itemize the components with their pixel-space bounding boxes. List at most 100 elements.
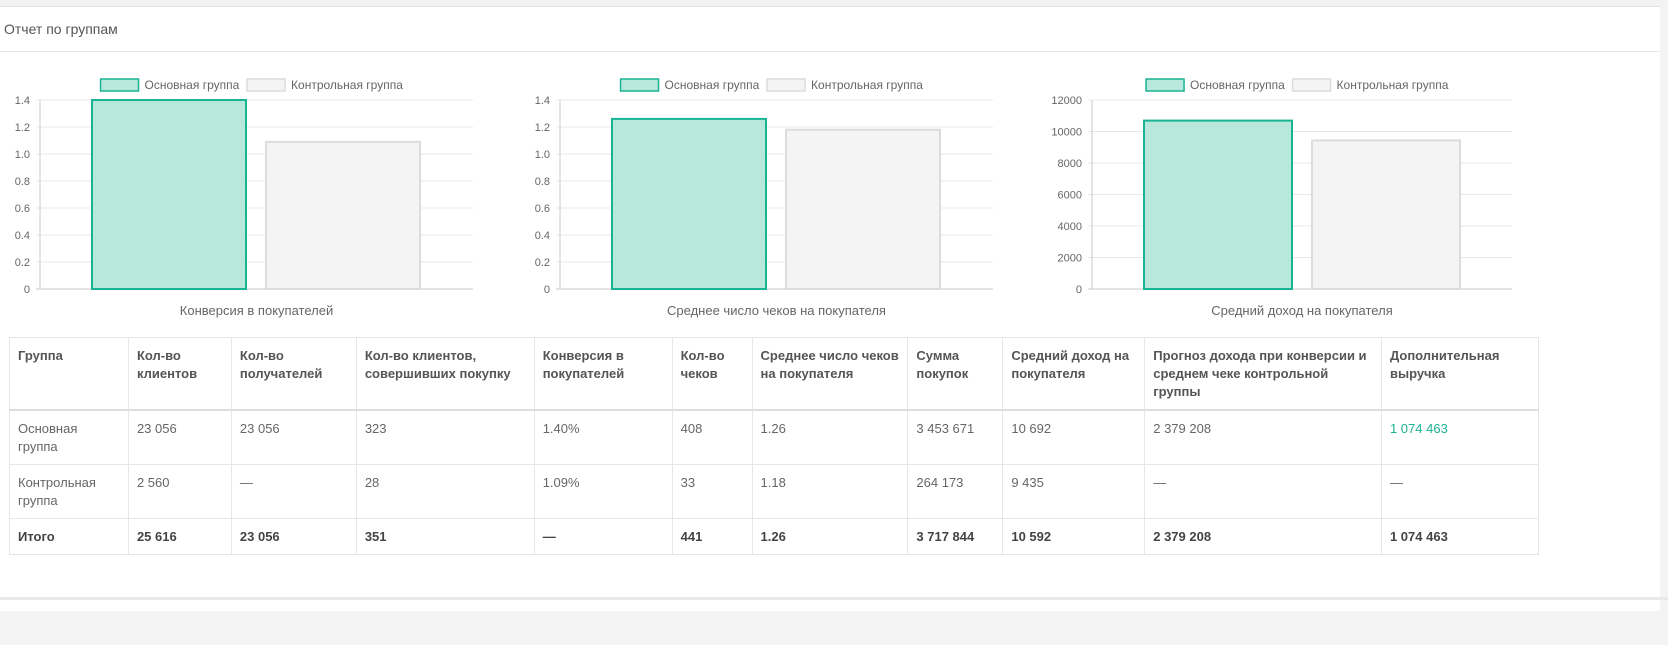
y-tick-label: 1.2 xyxy=(15,122,30,134)
legend-label[interactable]: Основная группа xyxy=(665,78,760,92)
bar[interactable] xyxy=(611,117,767,291)
table-cell: 23 056 xyxy=(127,409,232,465)
header-cell: Конверсия в покупателей xyxy=(533,337,673,411)
y-tick-label: 0 xyxy=(24,284,30,296)
legend-swatch[interactable] xyxy=(619,78,660,92)
table-cell: 1.26 xyxy=(751,409,909,465)
y-tick-label: 0.4 xyxy=(15,230,30,242)
legend-label[interactable]: Основная группа xyxy=(1190,78,1285,92)
report-table-wrap: Группа Кол-во клиентов Кол-во получателе… xyxy=(9,337,1540,555)
table-total-row: Итого 25 616 23 056 351 — 441 1.26 3 717… xyxy=(9,518,1540,555)
header-cell: Кол-во клиентов xyxy=(127,337,232,411)
table-cell: — xyxy=(533,518,673,555)
header-cell: Прогноз дохода при конверсии и среднем ч… xyxy=(1144,337,1382,411)
bar[interactable] xyxy=(91,99,247,290)
y-tick-label: 1.4 xyxy=(535,95,550,107)
chart-conversion: Основная группа Контрольная группа 0 0.2 0.4… xyxy=(0,57,520,337)
table-cell: 351 xyxy=(355,518,535,555)
header-cell: Кол-во клиентов, совершивших покупку xyxy=(355,337,535,411)
y-tick-label: 0.6 xyxy=(535,203,550,215)
header-cell: Дополнительная выручка xyxy=(1380,337,1540,411)
legend-label[interactable]: Контрольная группа xyxy=(1337,78,1449,92)
x-axis-label: Средний доход на покупателя xyxy=(1211,303,1392,318)
y-tick-label: 1.2 xyxy=(535,122,550,134)
y-tick-label: 0.8 xyxy=(535,176,550,188)
y-tick-label: 6000 xyxy=(1058,190,1082,202)
table-cell: 33 xyxy=(671,464,753,519)
table-cell: 2 379 208 xyxy=(1144,518,1382,555)
table-cell: 2 379 208 xyxy=(1144,409,1382,465)
table-row: Контрольная группа 2 560 — 28 1.09% 33 1… xyxy=(9,464,1540,519)
y-tick-label: 1.0 xyxy=(15,149,30,161)
x-axis-label: Конверсия в покупателей xyxy=(180,303,333,318)
legend-swatch[interactable] xyxy=(99,78,140,92)
table-cell: 28 xyxy=(355,464,535,519)
header-cell: Группа xyxy=(9,337,129,411)
panel-title: Отчет по группам xyxy=(0,7,1660,52)
x-axis-label: Среднее число чеков на покупателя xyxy=(667,303,886,318)
table-cell: 441 xyxy=(671,518,753,555)
table-cell: 1.26 xyxy=(751,518,909,555)
y-tick-label: 0.8 xyxy=(15,176,30,188)
header-cell: Кол-во получателей xyxy=(230,337,357,411)
table-cell: 10 592 xyxy=(1002,518,1146,555)
y-tick-label: 0.4 xyxy=(535,230,550,242)
table-cell: 1.40% xyxy=(533,409,673,465)
bar[interactable] xyxy=(265,140,421,290)
table-cell: Основная группа xyxy=(9,409,129,465)
table-cell: — xyxy=(1144,464,1382,519)
y-tick-label: 4000 xyxy=(1058,221,1082,233)
bar[interactable] xyxy=(1143,119,1293,291)
chart-svg: Основная группа Контрольная группа 0 0.2 0.4… xyxy=(15,78,473,318)
y-tick-label: 0.2 xyxy=(15,257,30,269)
y-tick-label: 10000 xyxy=(1051,127,1082,139)
charts-row: Основная группа Контрольная группа 0 0.2 0.4… xyxy=(0,57,1660,337)
chart-avg-income: Основная группа Контрольная группа 0 2000 40… xyxy=(1040,57,1560,337)
chart-avg-checks: Основная группа Контрольная группа 0 0.2 0.4… xyxy=(520,57,1040,337)
bar[interactable] xyxy=(785,128,941,290)
table-cell: 23 056 xyxy=(230,518,357,555)
extra-revenue-total-cell: 1 074 463 xyxy=(1380,518,1540,555)
legend-swatch[interactable] xyxy=(246,78,286,92)
table-cell: 10 692 xyxy=(1002,409,1146,465)
y-tick-label: 0.2 xyxy=(535,257,550,269)
header-cell: Средний доход на покупателя xyxy=(1002,337,1146,411)
legend-label[interactable]: Контрольная группа xyxy=(811,78,923,92)
legend-swatch[interactable] xyxy=(1145,78,1185,92)
y-tick-label: 1.0 xyxy=(535,149,550,161)
table-cell: 25 616 xyxy=(127,518,232,555)
legend-label[interactable]: Основная группа xyxy=(145,78,240,92)
table-header-row: Группа Кол-во клиентов Кол-во получателе… xyxy=(9,337,1540,411)
table-cell: 264 173 xyxy=(907,464,1004,519)
header-cell: Сумма покупок xyxy=(907,337,1004,411)
header-cell: Кол-во чеков xyxy=(671,337,753,411)
y-tick-label: 8000 xyxy=(1058,158,1082,170)
y-tick-label: 1.4 xyxy=(15,95,30,107)
legend-swatch[interactable] xyxy=(1291,78,1332,92)
table-cell: 323 xyxy=(355,409,535,465)
bar[interactable] xyxy=(1311,139,1461,291)
table-cell: 3 453 671 xyxy=(907,409,1004,465)
table-cell: 23 056 xyxy=(230,409,357,465)
y-tick-label: 12000 xyxy=(1051,95,1082,107)
bottom-divider xyxy=(0,597,1668,600)
table-cell: 3 717 844 xyxy=(907,518,1004,555)
y-tick-label: 0 xyxy=(1076,284,1082,296)
table-cell: 408 xyxy=(671,409,753,465)
report-table: Группа Кол-во клиентов Кол-во получателе… xyxy=(9,337,1540,555)
y-tick-label: 2000 xyxy=(1058,253,1082,265)
header-cell: Среднее число чеков на покупателя xyxy=(751,337,909,411)
y-tick-label: 0 xyxy=(544,284,550,296)
legend-swatch[interactable] xyxy=(766,78,806,92)
chart-svg: Основная группа Контрольная группа 0 0.2 0.4… xyxy=(535,78,993,318)
table-cell: 2 560 xyxy=(127,464,232,519)
group-report-panel: Отчет по группам Основная группа Контроль… xyxy=(0,6,1660,611)
table-cell: Контрольная группа xyxy=(9,464,129,519)
table-cell: — xyxy=(230,464,357,519)
table-cell: 1.18 xyxy=(751,464,909,519)
table-cell: Итого xyxy=(9,518,129,555)
extra-revenue-cell: 1 074 463 xyxy=(1380,409,1540,465)
table-cell: — xyxy=(1380,464,1540,519)
legend-label[interactable]: Контрольная группа xyxy=(291,78,403,92)
chart-svg: Основная группа Контрольная группа 0 2000 40… xyxy=(1051,78,1512,318)
